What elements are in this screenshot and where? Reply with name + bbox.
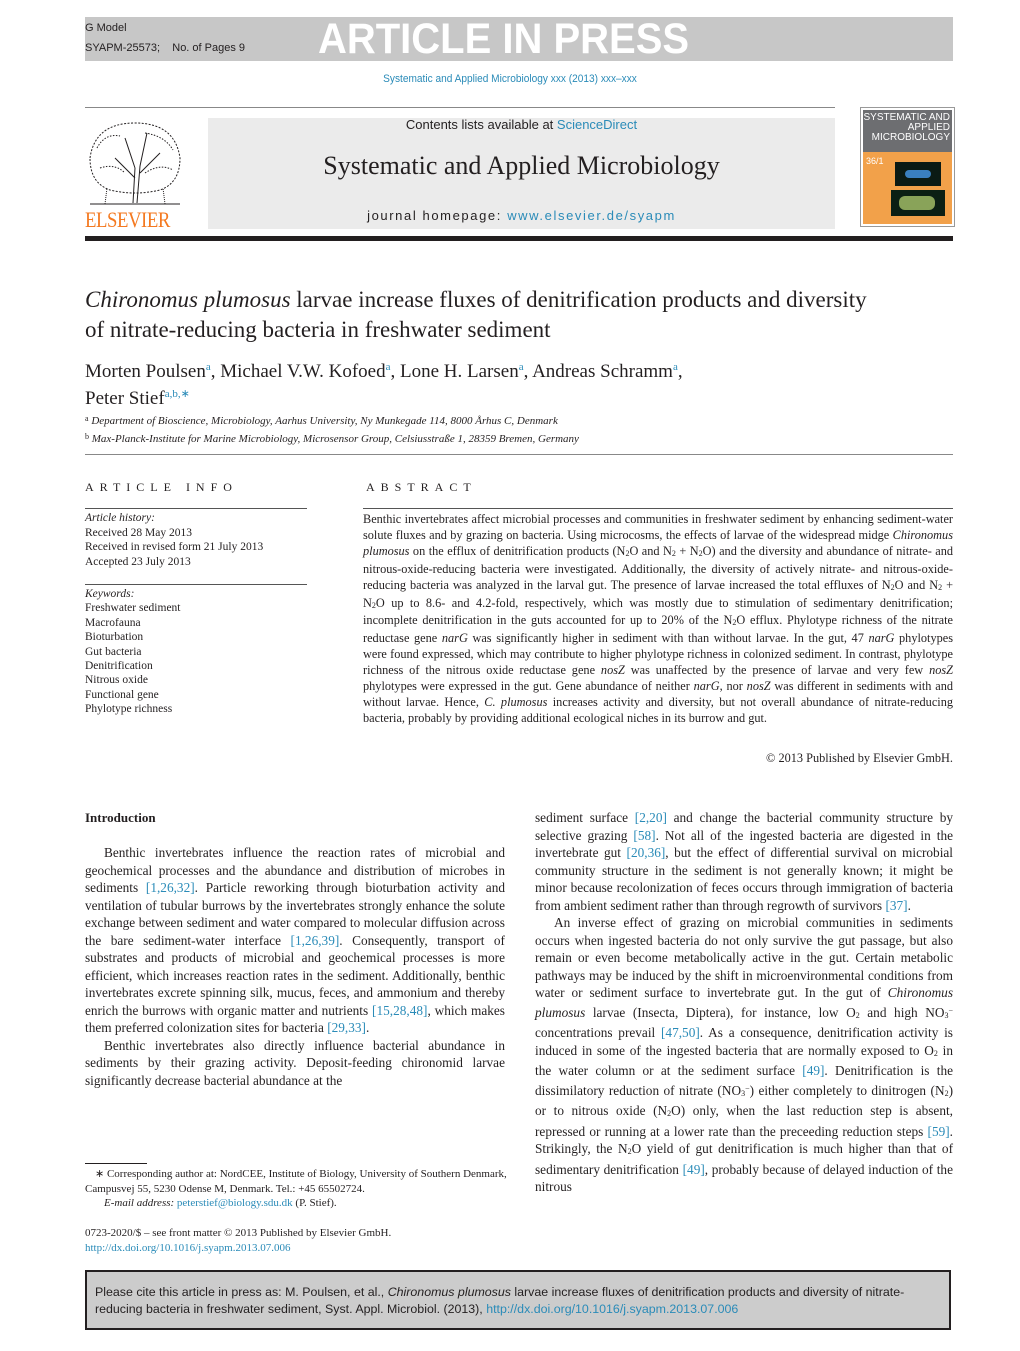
article-info-heading: ARTICLE INFO [85,480,238,494]
divider [85,107,835,108]
cover-title: SYSTEMATIC AND APPLIED MICROBIOLOGY [863,110,952,152]
article-id-line: SYAPM-25573; No. of Pages 9 [85,41,245,61]
paragraph: Benthic invertebrates also directly infl… [85,1037,505,1088]
keyword: Denitrification [85,660,153,673]
affiliation: b Max-Planck-Institute for Marine Microb… [85,432,579,445]
author-affiliation-mark[interactable]: a,b,∗ [165,388,190,400]
title-species: Chironomus plumosus [85,287,291,312]
author[interactable]: Andreas Schramma, [532,361,683,382]
keywords: Keywords: Freshwater sediment Macrofauna… [85,587,181,717]
affiliations: a Department of Bioscience, Microbiology… [85,411,905,447]
author[interactable]: Lone H. Larsena, [400,361,532,382]
cover-image-micrograph-icon [895,162,941,186]
keyword: Freshwater sediment [85,602,181,615]
reference-link[interactable]: [1,26,32] [146,880,195,895]
section-heading-introduction: Introduction [85,810,156,825]
homepage-line: journal homepage: www.elsevier.de/syapm [208,208,835,223]
paragraph: sediment surface [2,20] and change the b… [535,810,953,913]
corresponding-author-footnote: ∗ Corresponding author at: NordCEE, Inst… [85,1167,515,1211]
publisher-wordmark: ELSEVIER [85,207,170,232]
body-column-left: Benthic invertebrates influence the reac… [85,844,505,1089]
body-column-right: sediment surface [2,20] and change the b… [535,809,953,1196]
article-id: SYAPM-25573; [85,42,161,54]
history-label: Article history: [85,512,155,524]
abstract-heading: ABSTRACT [366,480,477,494]
copyright-notice: © 2013 Published by Elsevier GmbH. [766,751,953,765]
reference-link[interactable]: [15,28,48] [372,1003,427,1018]
citation-text: Please cite this article in press as: M.… [95,1285,905,1316]
reference-link[interactable]: [20,36] [627,845,666,860]
footnote-divider [85,1163,147,1164]
author[interactable]: Morten Poulsena, [85,361,220,382]
reference-link[interactable]: [1,26,39] [291,933,340,948]
contents-prefix: Contents lists available at [405,117,557,132]
article-history: Article history: Received 28 May 2013 Re… [85,511,263,569]
page-count: No. of Pages 9 [172,42,246,54]
cover-image-micrograph-icon [891,190,945,216]
reference-link[interactable]: [2,20] [635,810,667,825]
history-item: Received in revised form 21 July 2013 [85,541,264,553]
journal-name: Systematic and Applied Microbiology [323,151,720,180]
homepage-link[interactable]: www.elsevier.de/syapm [507,208,676,223]
divider [363,508,953,509]
affiliation: a Department of Bioscience, Microbiology… [85,414,558,427]
sciencedirect-link[interactable]: ScienceDirect [557,117,637,132]
keyword: Phylotype richness [85,703,173,716]
homepage-prefix: journal homepage: [367,208,508,223]
abstract-text: Benthic invertebrates affect microbial p… [363,512,954,725]
paragraph: An inverse effect of grazing on microbia… [535,915,953,1194]
reference-link[interactable]: [47,50] [661,1025,700,1040]
journal-reference[interactable]: Systematic and Applied Microbiology xxx … [41,73,979,85]
journal-cover-thumbnail[interactable]: SYSTEMATIC AND APPLIED MICROBIOLOGY 36/1 [860,107,955,227]
reference-link[interactable]: [37] [885,898,907,913]
reference-link[interactable]: [59] [928,1124,950,1139]
history-item: Accepted 23 July 2013 [85,555,191,568]
thick-divider [85,236,953,241]
corresponding-author-text: ∗ Corresponding author at: NordCEE, Inst… [85,1168,507,1195]
reference-link[interactable]: [49] [802,1063,824,1078]
author-list: Morten Poulsena, Michael V.W. Kofoeda, L… [85,356,885,410]
author[interactable]: Peter Stiefa,b,∗ [85,388,190,409]
keywords-label: Keywords: [85,588,135,600]
divider [85,584,307,585]
citation-doi-link[interactable]: http://dx.doi.org/10.1016/j.syapm.2013.0… [486,1302,738,1316]
gmodel-label: G Model [85,22,127,34]
reference-link[interactable]: [58] [633,828,655,843]
divider [85,454,953,455]
history-item: Received 28 May 2013 [85,526,192,539]
keyword: Gut bacteria [85,645,142,658]
contents-line: Contents lists available at ScienceDirec… [208,117,835,132]
keyword: Functional gene [85,688,159,701]
divider [85,508,307,509]
email-label: E-mail address: [104,1197,177,1209]
keyword: Nitrous oxide [85,674,148,687]
keyword: Bioturbation [85,631,144,644]
banner-text: ARTICLE IN PRESS [318,15,690,63]
reference-link[interactable]: [49] [683,1162,705,1177]
email-link[interactable]: peterstief@biology.sdu.dk [177,1197,293,1209]
keyword: Macrofauna [85,616,141,629]
reference-link[interactable]: [29,33] [327,1020,366,1035]
author[interactable]: Michael V.W. Kofoeda, [220,361,400,382]
issn-line: 0723-2020/$ – see front matter © 2013 Pu… [85,1227,392,1239]
manuscript-info: G Model SYAPM-25573; No. of Pages 9 [85,21,245,61]
cover-volume: 36/1 [866,156,884,166]
article-title: Chironomus plumosus larvae increase flux… [85,285,885,345]
front-matter: 0723-2020/$ – see front matter © 2013 Pu… [85,1226,515,1255]
doi-link[interactable]: http://dx.doi.org/10.1016/j.syapm.2013.0… [85,1241,515,1256]
paragraph: Benthic invertebrates influence the reac… [85,845,505,1035]
